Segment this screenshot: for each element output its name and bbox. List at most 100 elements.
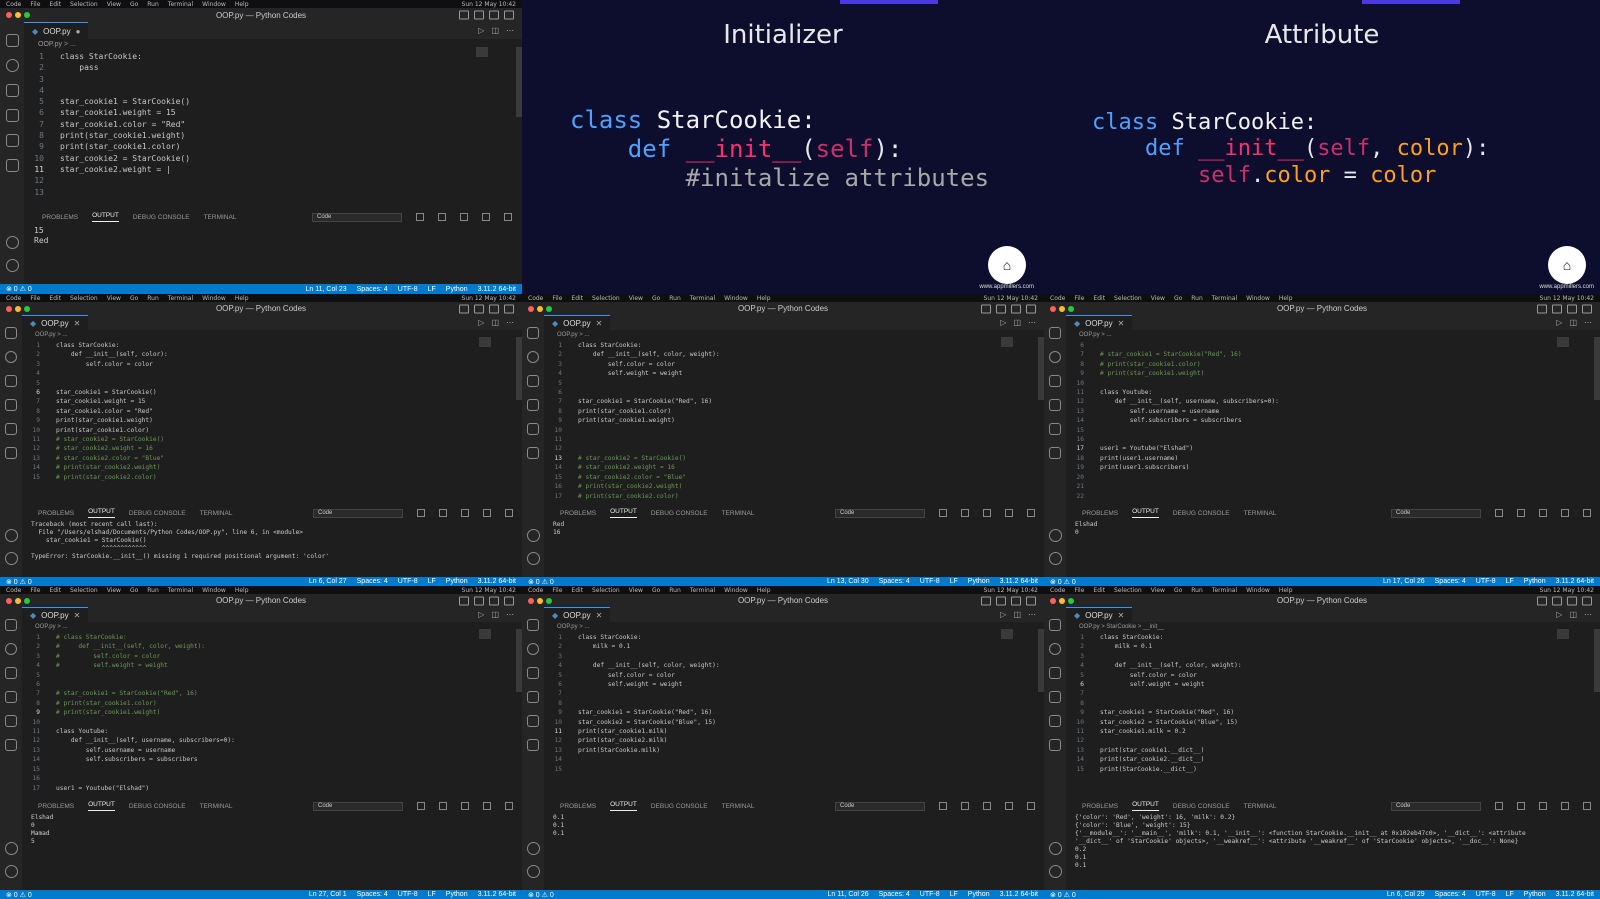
status-item[interactable]: UTF-8 bbox=[920, 891, 940, 898]
extensions-icon[interactable] bbox=[5, 423, 17, 435]
panel-tab-output[interactable]: OUTPUT bbox=[88, 801, 115, 811]
split-editor-icon[interactable]: ◫ bbox=[1013, 318, 1021, 327]
menubar-item[interactable]: Help bbox=[757, 587, 771, 594]
menubar-item[interactable]: View bbox=[1151, 587, 1165, 594]
status-item[interactable]: UTF-8 bbox=[1476, 891, 1496, 898]
breadcrumb[interactable]: OOP.py > ... bbox=[35, 332, 67, 338]
menubar-item[interactable]: View bbox=[1151, 295, 1165, 302]
window-close-button[interactable] bbox=[6, 305, 12, 312]
breadcrumb[interactable]: OOP.py > StarCookie > __init__ bbox=[1079, 624, 1164, 630]
close-panel-icon[interactable] bbox=[505, 802, 513, 810]
menubar-item[interactable]: Go bbox=[652, 587, 660, 594]
menubar-item[interactable]: Terminal bbox=[168, 587, 193, 594]
menubar-item[interactable]: Help bbox=[235, 295, 249, 302]
menubar-item[interactable]: Window bbox=[202, 587, 226, 594]
more-icon[interactable]: ⋯ bbox=[506, 610, 514, 619]
extensions-icon[interactable] bbox=[5, 134, 19, 147]
panel-tab-problems[interactable]: PROBLEMS bbox=[42, 214, 78, 221]
explorer-icon[interactable] bbox=[5, 619, 17, 631]
split-editor-icon[interactable]: ◫ bbox=[491, 26, 499, 35]
layout-toggle-icon[interactable] bbox=[504, 596, 514, 605]
menubar-item[interactable]: File bbox=[552, 295, 562, 302]
panel-tab-problems[interactable]: PROBLEMS bbox=[38, 510, 74, 517]
status-item[interactable]: Python bbox=[1524, 578, 1546, 585]
panel-tab-problems[interactable]: PROBLEMS bbox=[1082, 510, 1118, 517]
close-tab-icon[interactable]: ✕ bbox=[74, 319, 81, 328]
search-icon[interactable] bbox=[1049, 643, 1061, 655]
status-item[interactable]: 3.11.2 64-bit bbox=[478, 891, 516, 898]
menubar-item[interactable]: Run bbox=[669, 587, 681, 594]
status-item[interactable]: 3.11.2 64-bit bbox=[1000, 578, 1038, 585]
menubar-item[interactable]: Terminal bbox=[690, 587, 715, 594]
menubar-item[interactable]: Edit bbox=[1093, 295, 1105, 302]
panel-tab-problems[interactable]: PROBLEMS bbox=[560, 510, 596, 517]
cursor-position[interactable]: Ln 27, Col 1 bbox=[309, 891, 347, 898]
menubar-item[interactable]: Run bbox=[147, 587, 159, 594]
source-control-icon[interactable] bbox=[5, 84, 19, 97]
status-item[interactable]: LF bbox=[1506, 891, 1514, 898]
menubar-item[interactable]: Window bbox=[202, 295, 226, 302]
close-tab-icon[interactable]: ✕ bbox=[596, 319, 603, 328]
more-icon[interactable]: ⋯ bbox=[1028, 610, 1036, 619]
minimap[interactable] bbox=[1557, 337, 1569, 347]
panel-tab-terminal[interactable]: TERMINAL bbox=[200, 803, 233, 810]
panel-tab-terminal[interactable]: TERMINAL bbox=[200, 510, 233, 517]
manage-gear-icon[interactable] bbox=[5, 259, 19, 272]
list-icon[interactable] bbox=[417, 802, 425, 810]
status-item[interactable]: Spaces: 4 bbox=[357, 891, 388, 898]
layout-toggle-icon[interactable] bbox=[981, 304, 991, 313]
editor-scrollbar[interactable] bbox=[1594, 629, 1600, 692]
panel-tab-output[interactable]: OUTPUT bbox=[610, 508, 637, 518]
manage-gear-icon[interactable] bbox=[526, 552, 540, 565]
explorer-icon[interactable] bbox=[5, 327, 17, 339]
status-item[interactable]: Python bbox=[446, 286, 468, 293]
source-control-icon[interactable] bbox=[527, 375, 539, 387]
source-control-icon[interactable] bbox=[1049, 375, 1061, 387]
split-editor-icon[interactable]: ◫ bbox=[1569, 318, 1577, 327]
run-icon[interactable]: ▷ bbox=[1000, 318, 1006, 327]
status-item[interactable]: UTF-8 bbox=[1476, 578, 1496, 585]
status-item[interactable]: Spaces: 4 bbox=[357, 578, 388, 585]
close-panel-icon[interactable] bbox=[1027, 802, 1035, 810]
window-close-button[interactable] bbox=[1050, 305, 1056, 312]
account-icon[interactable] bbox=[526, 842, 540, 855]
layout-toggle-icon[interactable] bbox=[474, 596, 484, 605]
extensions-icon[interactable] bbox=[5, 715, 17, 727]
status-item[interactable]: Python bbox=[968, 891, 990, 898]
run-icon[interactable]: ▷ bbox=[478, 318, 484, 327]
menubar-item[interactable]: Window bbox=[724, 295, 748, 302]
panel-tab-debug-console[interactable]: DEBUG CONSOLE bbox=[129, 803, 186, 810]
window-minimize-button[interactable] bbox=[15, 305, 21, 312]
layout-toggle-icon[interactable] bbox=[1537, 596, 1547, 605]
window-zoom-button[interactable] bbox=[546, 305, 552, 312]
minimap[interactable] bbox=[476, 47, 488, 57]
manage-gear-icon[interactable] bbox=[4, 552, 18, 565]
layout-toggle-icon[interactable] bbox=[981, 596, 991, 605]
extensions-icon[interactable] bbox=[1049, 715, 1061, 727]
explorer-icon[interactable] bbox=[527, 619, 539, 631]
layout-toggle-icon[interactable] bbox=[1567, 304, 1577, 313]
layout-toggle-icon[interactable] bbox=[474, 304, 484, 313]
menubar-item[interactable]: Code bbox=[528, 587, 543, 594]
cursor-position[interactable]: Ln 6, Col 27 bbox=[309, 578, 347, 585]
layout-toggle-icon[interactable] bbox=[459, 304, 469, 313]
output-channel-select[interactable]: Code bbox=[1391, 508, 1481, 518]
problems-status[interactable]: ⊗ 0 ⚠ 0 bbox=[528, 891, 554, 899]
editor-scrollbar[interactable] bbox=[1594, 337, 1600, 400]
editor-tab[interactable]: ◆ OOP.py ● bbox=[24, 22, 89, 39]
problems-status[interactable]: ⊗ 0 ⚠ 0 bbox=[6, 578, 32, 586]
minimap[interactable] bbox=[479, 337, 491, 347]
cursor-position[interactable]: Ln 13, Col 30 bbox=[827, 578, 869, 585]
window-close-button[interactable] bbox=[6, 12, 12, 18]
list-icon[interactable] bbox=[939, 509, 947, 517]
menubar-item[interactable]: View bbox=[629, 295, 643, 302]
testing-icon[interactable] bbox=[527, 739, 539, 751]
extensions-icon[interactable] bbox=[527, 715, 539, 727]
menubar-item[interactable]: Code bbox=[1050, 295, 1065, 302]
layout-toggle-icon[interactable] bbox=[1026, 304, 1036, 313]
panel-tab-debug-console[interactable]: DEBUG CONSOLE bbox=[651, 803, 708, 810]
maximize-icon[interactable] bbox=[461, 509, 469, 517]
panel-tab-output[interactable]: OUTPUT bbox=[610, 801, 637, 811]
menubar-item[interactable]: Go bbox=[652, 295, 660, 302]
menubar-item[interactable]: Selection bbox=[1114, 587, 1142, 594]
